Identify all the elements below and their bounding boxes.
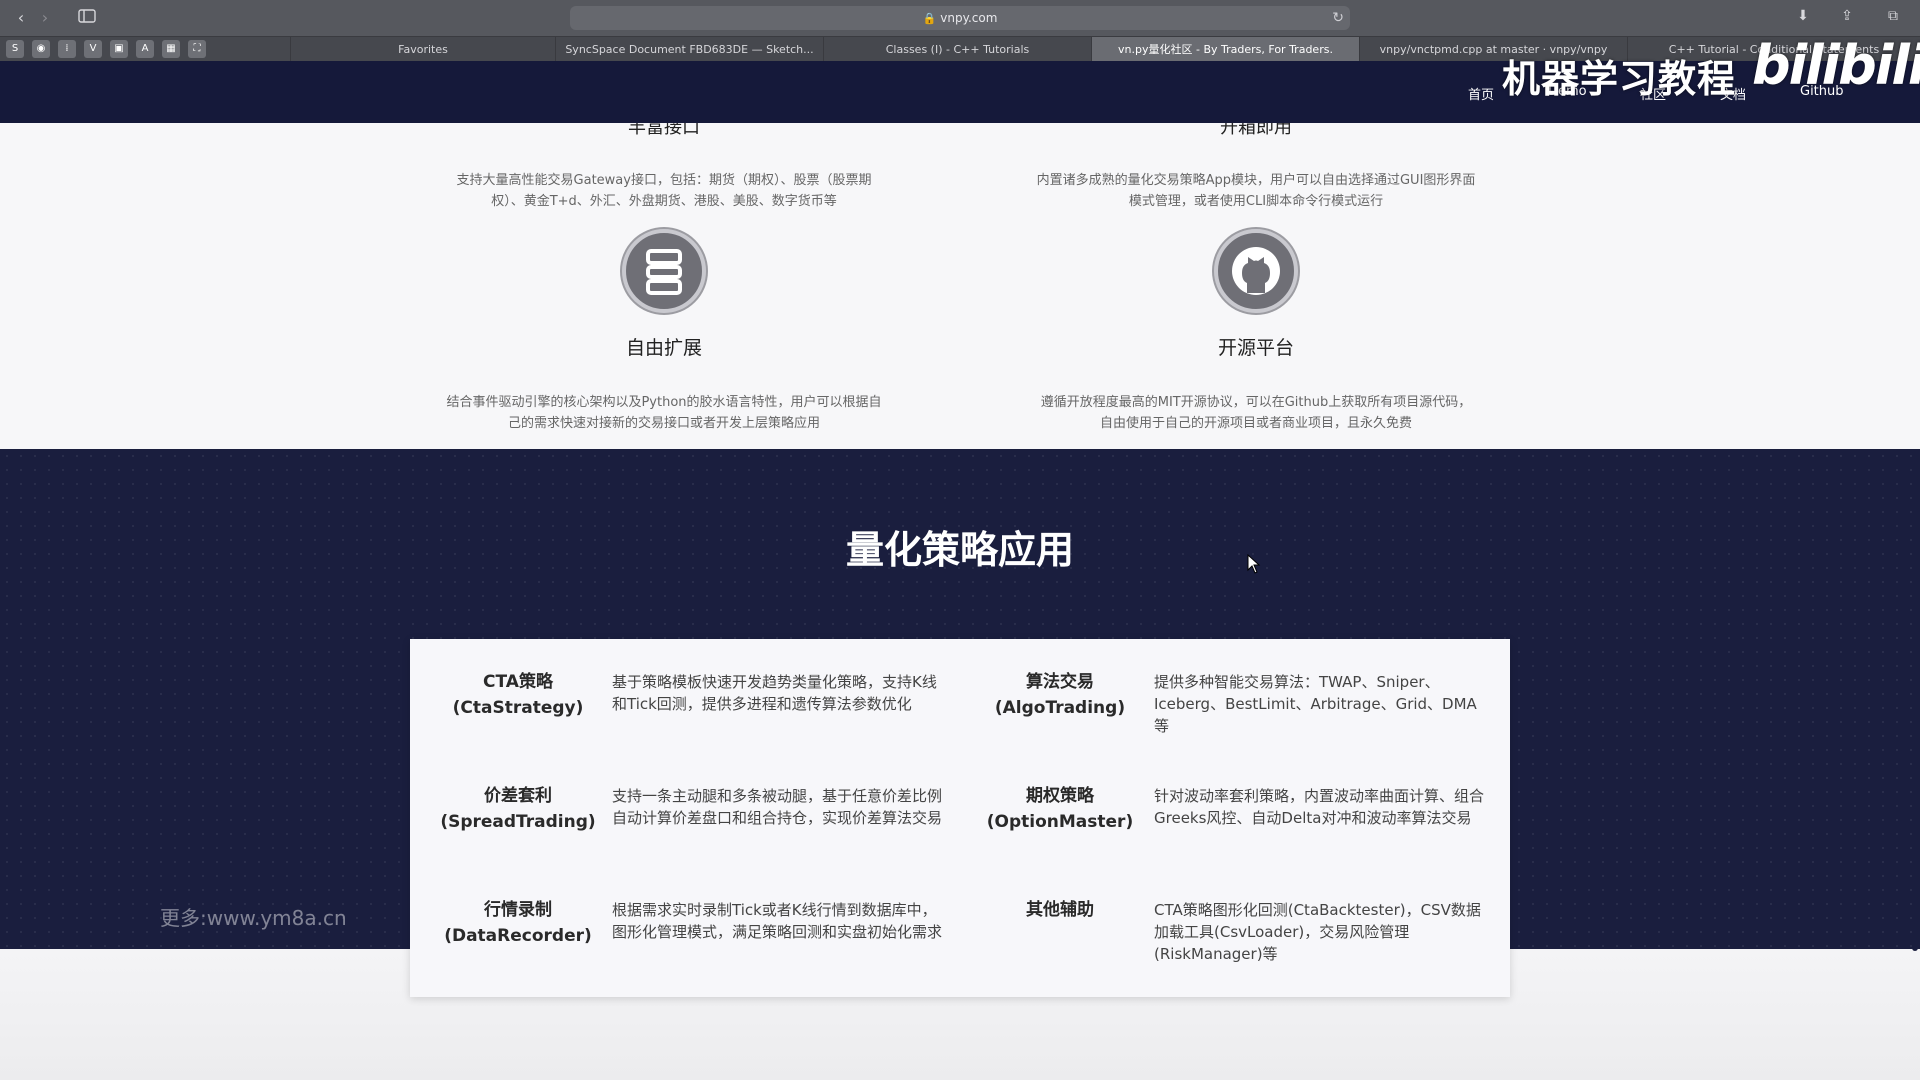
download-icon[interactable]: ⬇ (1792, 8, 1814, 24)
pinned-box-icon[interactable]: ▣ (110, 40, 128, 58)
bilibili-logo: bilibili (1752, 34, 1920, 97)
app-spread-desc: 支持一条主动腿和多条被动腿，基于任意价差比例自动计算价差盘口和组合持仓，实现价差… (612, 787, 943, 827)
app-cta-name: CTA策略 (483, 672, 553, 692)
app-algo-desc: 提供多种智能交易算法：TWAP、Sniper、Iceberg、BestLimit… (1154, 673, 1477, 735)
tab-vnpy-community[interactable]: vn.py量化社区 - By Traders, For Traders. (1091, 37, 1359, 62)
app-spread-name: 价差套利 (484, 786, 552, 806)
feature-desc-extend: 结合事件驱动引擎的核心架构以及Python的胶水语言特性，用户可以根据自己的需求… (446, 395, 882, 431)
pinned-cat-icon[interactable]: ◉ (32, 40, 50, 58)
apps-section-title: 量化策略应用 (845, 528, 1074, 572)
forward-icon[interactable]: › (34, 8, 56, 28)
browser-toolbar: ‹ › 🔒 vnpy.com ↻ ⬇ ⇪ ⧉ (0, 0, 1920, 36)
tabs-overview-icon[interactable]: ⧉ (1882, 8, 1904, 24)
site-watermark: 更多:www.ym8a.cn (160, 906, 347, 930)
reload-icon[interactable]: ↻ (1332, 6, 1344, 30)
app-cta[interactable]: CTA策略 (CtaStrategy) (438, 669, 598, 721)
feature-title-opensource: 开源平台 (1217, 337, 1294, 359)
app-recorder-name: 行情录制 (484, 900, 552, 920)
features-section: 丰富接口 开箱即用 支持大量高性能交易Gateway接口，包括：期货（期权）、股… (0, 123, 1920, 449)
address-bar[interactable]: 🔒 vnpy.com ↻ (570, 6, 1350, 30)
tab-favorites[interactable]: Favorites (290, 37, 555, 62)
sidebar-toggle-icon[interactable] (76, 8, 98, 28)
app-other-name: 其他辅助 (1026, 900, 1094, 920)
lock-icon: 🔒 (922, 12, 937, 25)
pinned-bars-icon[interactable]: ⁞ (58, 40, 76, 58)
feature-title-ready: 开箱即用 (1220, 123, 1292, 138)
app-recorder[interactable]: 行情录制 (DataRecorder) (438, 897, 598, 949)
apps-card: CTA策略 (CtaStrategy) 基于策略模板快速开发趋势类量化策略，支持… (410, 639, 1510, 997)
pinned-icons: S ◉ ⁞ V ▣ A ▦ ⛶ (6, 40, 206, 58)
pinned-v-icon[interactable]: V (84, 40, 102, 58)
app-option-name: 期权策略 (1026, 786, 1094, 806)
course-title-watermark: 机器学习教程 (1502, 57, 1737, 101)
feature-desc-ready: 内置诸多成熟的量化交易策略App模块，用户可以自由选择通过GUI图形界面模式管理… (1036, 173, 1476, 209)
tab-cpp-classes[interactable]: Classes (I) - C++ Tutorials (823, 37, 1091, 62)
app-option-sub: (OptionMaster) (986, 812, 1134, 832)
tab-syncspace[interactable]: SyncSpace Document FBD683DE — Sketch... (555, 37, 823, 62)
feature-title-extend: 自由扩展 (625, 337, 702, 359)
app-cta-desc: 基于策略模板快速开发趋势类量化策略，支持K线和Tick回测，提供多进程和遗传算法… (612, 673, 937, 713)
app-other-desc: CTA策略图形化回测(CtaBacktester)，CSV数据加载工具(CsvL… (1154, 901, 1481, 963)
pinned-grid-icon[interactable]: ▦ (162, 40, 180, 58)
app-cta-sub: (CtaStrategy) (452, 698, 584, 718)
pinned-a-icon[interactable]: A (136, 40, 154, 58)
url-text: vnpy.com (940, 11, 998, 25)
back-icon[interactable]: ‹ (10, 8, 32, 28)
server-icon (622, 229, 706, 313)
app-other[interactable]: 其他辅助 (980, 897, 1140, 923)
app-spread[interactable]: 价差套利 (SpreadTrading) (438, 783, 598, 835)
mouse-cursor-icon (1247, 554, 1261, 574)
feature-title-interfaces: 丰富接口 (628, 123, 700, 138)
github-icon (1214, 229, 1298, 313)
share-icon[interactable]: ⇪ (1836, 8, 1858, 24)
app-recorder-sub: (DataRecorder) (444, 926, 592, 946)
feature-desc-interfaces: 支持大量高性能交易Gateway接口，包括：期货（期权）、股票（股票期权）、黄金… (456, 173, 872, 209)
app-option[interactable]: 期权策略 (OptionMaster) (980, 783, 1140, 835)
app-algo[interactable]: 算法交易 (AlgoTrading) (980, 669, 1140, 721)
app-recorder-desc: 根据需求实时录制Tick或者K线行情到数据库中，图形化管理模式，满足策略回测和实… (612, 901, 943, 941)
nav-home[interactable]: 首页 (1468, 84, 1494, 103)
app-option-desc: 针对波动率套利策略，内置波动率曲面计算、组合Greeks风控、自动Delta对冲… (1154, 787, 1485, 827)
app-algo-name: 算法交易 (1026, 672, 1094, 692)
app-algo-sub: (AlgoTrading) (994, 698, 1126, 718)
pinned-scan-icon[interactable]: ⛶ (188, 40, 206, 58)
app-spread-sub: (SpreadTrading) (440, 812, 596, 832)
pinned-s-icon[interactable]: S (6, 40, 24, 58)
scroll-indicator (1912, 945, 1918, 951)
feature-desc-opensource: 遵循开放程度最高的MIT开源协议，可以在Github上获取所有项目源代码，自由使… (1040, 395, 1472, 431)
